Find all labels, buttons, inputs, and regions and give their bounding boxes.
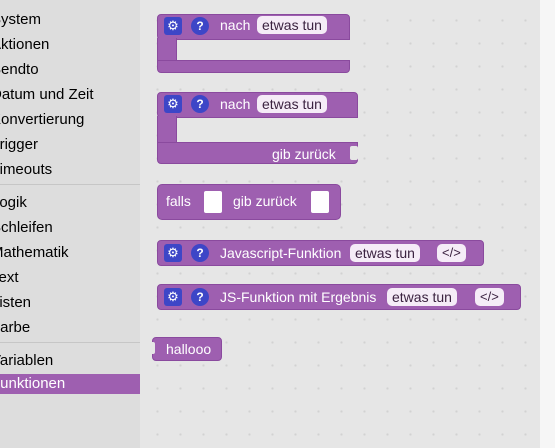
procedure-name-field[interactable]: etwas tun — [257, 16, 327, 34]
sidebar-item-farbe[interactable]: Farbe — [0, 318, 140, 338]
sidebar-item-label: System — [0, 11, 42, 28]
sidebar-item-label: Variablen — [0, 352, 54, 369]
gear-icon[interactable]: ⚙ — [164, 288, 182, 306]
sidebar-divider — [0, 342, 140, 343]
sidebar-item-label: Text — [0, 269, 19, 286]
sidebar-item-listen[interactable]: Listen — [0, 293, 140, 313]
toolbox-sidebar: System Aktionen Sendto Datum und Zeit Ko… — [0, 0, 140, 448]
gear-icon[interactable]: ⚙ — [164, 95, 182, 113]
sidebar-item-label: Mathematik — [0, 244, 69, 261]
code-edit-button[interactable]: </> — [437, 244, 466, 262]
if-label: falls — [166, 193, 191, 209]
right-scroll-area[interactable] — [540, 0, 555, 448]
sidebar-item-label: Sendto — [0, 61, 39, 78]
sidebar-item-label: Farbe — [0, 319, 31, 336]
sidebar-item-funktionen[interactable]: Funktionen — [0, 374, 140, 394]
sidebar-item-label: Aktionen — [0, 36, 50, 53]
return-label: gib zurück — [272, 146, 336, 162]
value-input-slot[interactable] — [311, 191, 329, 213]
help-icon[interactable]: ? — [191, 244, 209, 262]
sidebar-item-schleifen[interactable]: Schleifen — [0, 218, 140, 238]
js-function-name-field[interactable]: etwas tun — [387, 288, 457, 306]
sidebar-item-label: Logik — [0, 194, 27, 211]
sidebar-divider — [0, 184, 140, 185]
sidebar-item-aktionen[interactable]: Aktionen — [0, 35, 140, 55]
sidebar-item-label: Schleifen — [0, 219, 53, 236]
sidebar-item-mathematik[interactable]: Mathematik — [0, 243, 140, 263]
js-function-label: Javascript-Funktion — [220, 245, 342, 261]
sidebar-item-label: Funktionen — [0, 375, 66, 392]
sidebar-item-system[interactable]: System — [0, 10, 140, 30]
js-function-result-label: JS-Funktion mit Ergebnis — [220, 289, 377, 305]
sidebar-item-datum-und-zeit[interactable]: Datum und Zeit — [0, 85, 140, 105]
gear-icon[interactable]: ⚙ — [164, 17, 182, 35]
help-icon[interactable]: ? — [191, 17, 209, 35]
help-icon[interactable]: ? — [191, 95, 209, 113]
return-label: gib zurück — [233, 193, 297, 209]
procedure-label: nach — [220, 17, 251, 33]
sidebar-item-label: Datum und Zeit — [0, 86, 94, 103]
sidebar-item-sendto[interactable]: Sendto — [0, 60, 140, 80]
procedure-name-field[interactable]: etwas tun — [257, 95, 327, 113]
function-call-label: hallooo — [166, 341, 212, 357]
condition-input-slot[interactable] — [204, 191, 222, 213]
help-icon[interactable]: ? — [191, 288, 209, 306]
sidebar-item-konvertierung[interactable]: Konvertierung — [0, 110, 140, 130]
sidebar-item-timeouts[interactable]: Timeouts — [0, 160, 140, 180]
sidebar-item-label: Trigger — [0, 136, 38, 153]
sidebar-item-variablen[interactable]: Variablen — [0, 351, 140, 371]
sidebar-item-label: Konvertierung — [0, 111, 85, 128]
js-function-name-field[interactable]: etwas tun — [350, 244, 420, 262]
sidebar-item-label: Timeouts — [0, 161, 53, 178]
sidebar-item-text[interactable]: Text — [0, 268, 140, 288]
sidebar-item-label: Listen — [0, 294, 32, 311]
sidebar-item-logik[interactable]: Logik — [0, 193, 140, 213]
gear-icon[interactable]: ⚙ — [164, 244, 182, 262]
sidebar-item-trigger[interactable]: Trigger — [0, 135, 140, 155]
return-input-slot[interactable] — [350, 146, 358, 160]
procedure-label: nach — [220, 96, 251, 112]
code-edit-button[interactable]: </> — [475, 288, 504, 306]
